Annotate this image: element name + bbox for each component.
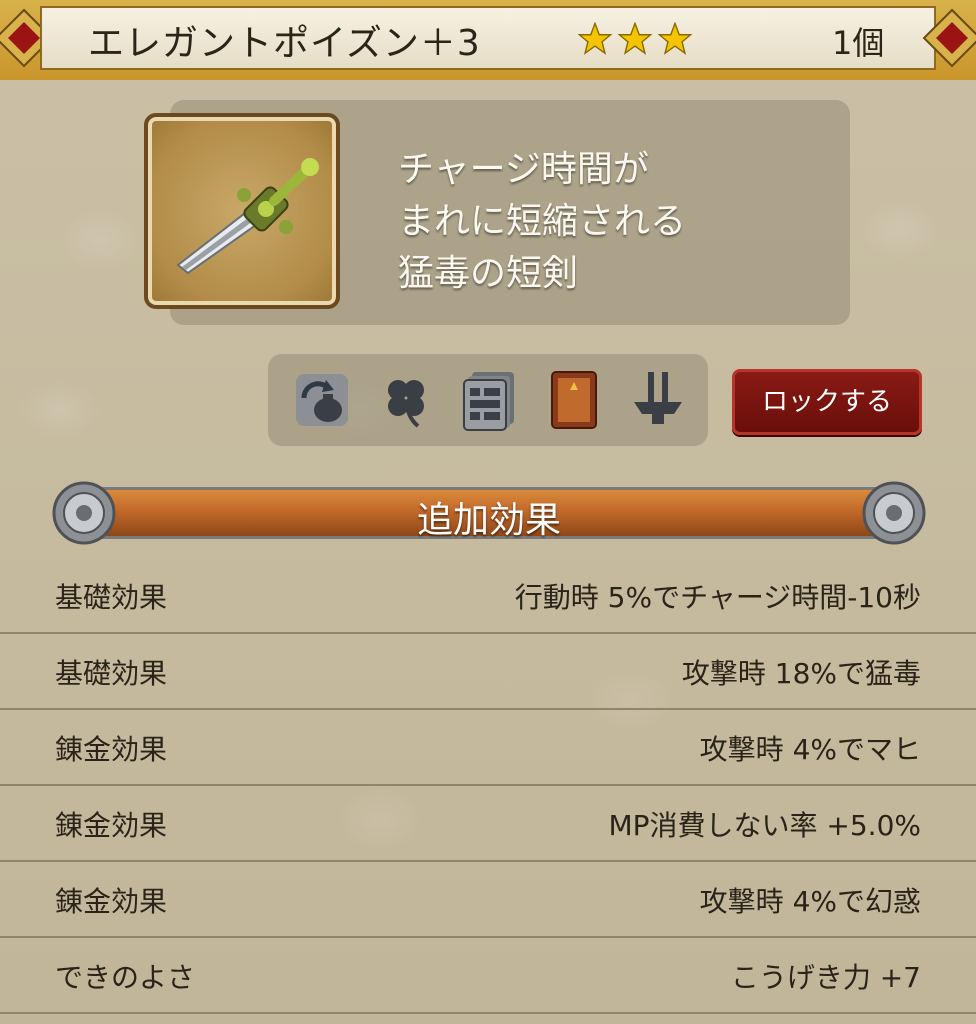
item-actions-bar xyxy=(268,354,708,446)
star-icon xyxy=(658,22,692,55)
lock-button[interactable]: ロックする xyxy=(732,369,922,435)
section-banner: 追加効果 xyxy=(52,479,926,547)
sell-bag-icon[interactable] xyxy=(290,368,354,432)
star-icon xyxy=(578,22,612,55)
effect-label: 錬金効果 xyxy=(55,733,168,766)
item-header: エレガントポイズン＋3 1個 xyxy=(0,0,976,80)
effect-row: 錬金効果 攻撃時 4%でマヒ xyxy=(0,708,976,786)
effect-label: 基礎効果 xyxy=(55,657,168,690)
effect-row: 基礎効果 行動時 5%でチャージ時間-10秒 xyxy=(0,556,976,634)
section-title: 追加効果 xyxy=(416,500,561,541)
effect-value: こうげき力 +7 xyxy=(730,961,921,994)
fork-anvil-icon[interactable] xyxy=(626,368,690,432)
effect-label: 錬金効果 xyxy=(55,809,168,842)
effect-row: 錬金効果 攻撃時 4%で幻惑 xyxy=(0,860,976,938)
star-icon xyxy=(618,22,652,55)
card-stack-icon[interactable] xyxy=(458,368,522,432)
effect-label: 錬金効果 xyxy=(55,885,168,918)
effect-value: 行動時 5%でチャージ時間-10秒 xyxy=(514,581,921,614)
dagger-icon xyxy=(176,158,319,275)
item-name: エレガントポイズン＋3 xyxy=(88,23,481,64)
description-line-3: 猛毒の短剣 xyxy=(398,253,579,294)
effect-value: MP消費しない率 +5.0% xyxy=(608,809,921,842)
clover-icon[interactable] xyxy=(374,368,438,432)
effect-value: 攻撃時 18%で猛毒 xyxy=(681,657,921,690)
item-count: 1個 xyxy=(832,24,885,62)
book-icon[interactable] xyxy=(542,368,606,432)
corner-ornament-right-icon xyxy=(922,8,976,68)
effect-label: できのよさ xyxy=(55,961,196,994)
effect-value: 攻撃時 4%で幻惑 xyxy=(699,885,921,918)
effect-row: できのよさ こうげき力 +7 xyxy=(0,936,976,1014)
effect-row: 基礎効果 攻撃時 18%で猛毒 xyxy=(0,632,976,710)
effect-row: 錬金効果 MP消費しない率 +5.0% xyxy=(0,784,976,862)
effect-label: 基礎効果 xyxy=(55,581,168,614)
description-line-1: チャージ時間が xyxy=(398,149,649,190)
item-image xyxy=(144,113,340,309)
effect-value: 攻撃時 4%でマヒ xyxy=(699,733,921,766)
description-line-2: まれに短縮される xyxy=(398,201,687,242)
rarity-stars xyxy=(578,22,692,56)
